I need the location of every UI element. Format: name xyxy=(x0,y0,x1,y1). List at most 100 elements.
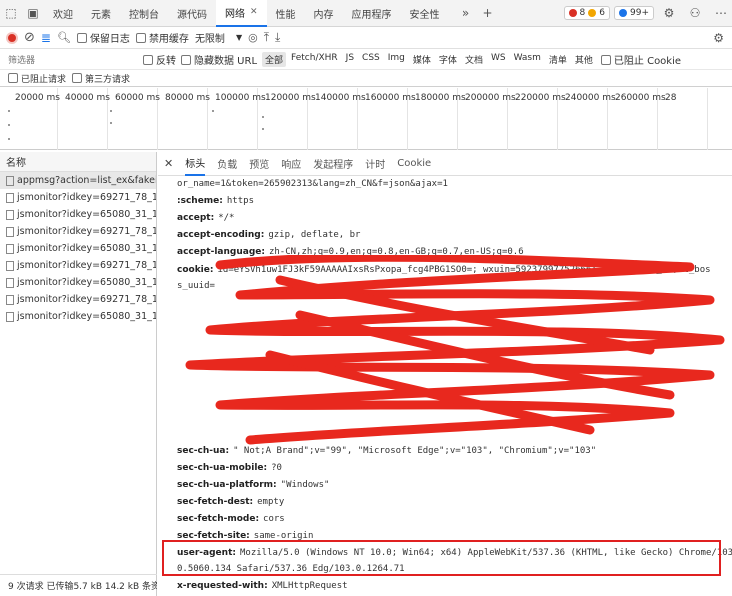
tab-5[interactable]: 性能 xyxy=(267,0,305,27)
upload-icon[interactable]: ⤒ xyxy=(264,30,269,45)
add-tab-icon[interactable]: + xyxy=(477,2,499,24)
detail-tab-1[interactable]: 负载 xyxy=(217,152,237,176)
clear-icon[interactable]: ⊘ xyxy=(24,30,35,45)
detail-tab-5[interactable]: 计时 xyxy=(365,152,385,176)
disable-cache-checkbox[interactable]: 禁用缓存 xyxy=(135,30,189,45)
filter-input[interactable]: 筛选器 xyxy=(8,53,138,66)
timeline-request-mark xyxy=(262,128,264,130)
download-icon[interactable]: ⤓ xyxy=(275,30,280,45)
type-filter-3[interactable]: CSS xyxy=(359,52,383,67)
detail-tab-bar: ✕ 标头 负载 预览 响应 发起程序 计时 Cookie xyxy=(158,152,732,176)
request-name: appmsg?action=list_ex&fakei... xyxy=(17,175,156,186)
detail-tab-4[interactable]: 发起程序 xyxy=(313,152,353,176)
timeline-tick-label: 60000 ms xyxy=(115,93,160,103)
timeline-request-mark xyxy=(110,110,112,112)
filter-bar-secondary: 已阻止请求 第三方请求 xyxy=(0,70,732,87)
header-value: gzip, deflate, br xyxy=(268,230,361,240)
tab-label: 安全性 xyxy=(409,9,440,21)
timeline-request-mark xyxy=(110,122,112,124)
header-value: XMLHttpRequest xyxy=(271,581,348,591)
checkbox-icon xyxy=(76,32,87,43)
header-value: "Windows" xyxy=(280,480,330,490)
detail-tab-3[interactable]: 响应 xyxy=(281,152,301,176)
search-icon[interactable]: 🔍︎ xyxy=(57,31,71,44)
settings-gear-icon[interactable]: ⚙ xyxy=(658,2,680,24)
header-x-requested-with: x-requested-with: XMLHttpRequest xyxy=(177,581,348,591)
tab-0[interactable]: 欢迎 xyxy=(44,0,82,27)
file-icon xyxy=(6,209,14,220)
type-filter-10[interactable]: 清单 xyxy=(546,52,570,67)
type-filter-6[interactable]: 字体 xyxy=(436,52,460,67)
type-filter-9[interactable]: Wasm xyxy=(511,52,544,67)
close-detail-icon[interactable]: ✕ xyxy=(164,157,173,170)
throttle-value: 无限制 xyxy=(194,34,225,45)
type-filter-5[interactable]: 媒体 xyxy=(410,52,434,67)
request-row[interactable]: jsmonitor?idkey=65080_31_1... xyxy=(0,274,156,291)
header-value: */* xyxy=(218,213,235,223)
file-icon xyxy=(6,294,14,305)
tab-7[interactable]: 应用程序 xyxy=(343,0,401,27)
timeline-tick-label: 80000 ms xyxy=(165,93,210,103)
blocked-cookies-checkbox[interactable]: 已阻止 Cookie xyxy=(600,52,681,67)
timeline-tick-label: 160000 ms xyxy=(365,93,416,103)
header-value: zh-CN,zh;q=0.9,en;q=0.8,en-GB;q=0.7,en-U… xyxy=(268,247,524,257)
tab-6[interactable]: 内存 xyxy=(305,0,343,27)
request-row[interactable]: jsmonitor?idkey=65080_31_1... xyxy=(0,240,156,257)
info-icon xyxy=(619,9,627,17)
tab-1[interactable]: 元素 xyxy=(82,0,120,27)
type-filter-1[interactable]: Fetch/XHR xyxy=(288,52,341,67)
request-row[interactable]: jsmonitor?idkey=69271_78_1... xyxy=(0,189,156,206)
request-row[interactable]: jsmonitor?idkey=65080_31_1... xyxy=(0,206,156,223)
tab-4[interactable]: 网络 ✕ xyxy=(216,0,267,27)
type-filter-2[interactable]: JS xyxy=(343,52,357,67)
network-settings-icon[interactable]: ⚙ xyxy=(713,31,724,45)
detail-tab-6[interactable]: Cookie xyxy=(397,152,431,176)
record-icon[interactable] xyxy=(6,31,18,44)
request-row[interactable]: appmsg?action=list_ex&fakei... xyxy=(0,172,156,189)
tab-3[interactable]: 源代码 xyxy=(168,0,216,27)
request-row[interactable]: jsmonitor?idkey=69271_78_1... xyxy=(0,291,156,308)
tab-8[interactable]: 安全性 xyxy=(401,0,449,27)
name-column-header[interactable]: 名称 xyxy=(0,152,156,172)
detail-tab-2[interactable]: 预览 xyxy=(249,152,269,176)
timeline-request-mark xyxy=(8,110,10,112)
type-filter-11[interactable]: 其他 xyxy=(572,52,596,67)
timeline-tick-label: 260000 ms xyxy=(615,93,666,103)
tab-2[interactable]: 控制台 xyxy=(120,0,168,27)
header-sec-ch-ua: sec-ch-ua: " Not;A Brand";v="99", "Micros… xyxy=(177,446,596,456)
request-name: jsmonitor?idkey=69271_78_1... xyxy=(17,226,156,237)
type-filter-0[interactable]: 全部 xyxy=(262,52,287,67)
request-list: 名称 appmsg?action=list_ex&fakei...jsmonit… xyxy=(0,152,157,596)
detail-tab-0[interactable]: 标头 xyxy=(185,152,206,176)
hide-data-urls-checkbox[interactable]: 隐藏数据 URL xyxy=(181,52,257,67)
timeline-overview[interactable]: 20000 ms 40000 ms 60000 ms 80000 ms 100000 m… xyxy=(0,88,732,150)
request-row[interactable]: jsmonitor?idkey=69271_78_1... xyxy=(0,223,156,240)
preserve-log-checkbox[interactable]: 保留日志 xyxy=(76,30,130,45)
close-tab-icon[interactable]: ✕ xyxy=(250,7,258,17)
device-emulation-icon[interactable]: ▣ xyxy=(22,2,44,24)
more-tabs-icon[interactable]: » xyxy=(455,2,477,24)
header-accept: accept: */* xyxy=(177,213,234,223)
request-row[interactable]: jsmonitor?idkey=65080_31_1... xyxy=(0,308,156,325)
connect-icon[interactable]: ⚇ xyxy=(684,2,706,24)
inspect-element-icon[interactable]: ⬚ xyxy=(0,2,22,24)
type-filter-7[interactable]: 文档 xyxy=(462,52,486,67)
type-filter-4[interactable]: Img xyxy=(385,52,408,67)
blocked-requests-checkbox[interactable]: 已阻止请求 xyxy=(8,72,66,85)
type-filter-8[interactable]: WS xyxy=(488,52,509,67)
checkbox-icon xyxy=(135,32,146,43)
filter-icon[interactable]: ≣ xyxy=(41,31,51,45)
request-name: jsmonitor?idkey=65080_31_1... xyxy=(17,277,156,288)
file-icon xyxy=(6,175,14,186)
request-row[interactable]: jsmonitor?idkey=69271_78_1... xyxy=(0,257,156,274)
throttle-select[interactable]: 无限制 ▼ xyxy=(195,30,242,45)
devtools-tab-bar: ⬚ ▣ 欢迎 元素 控制台 源代码 网络 ✕ 性能 内存 应用程序 安全性 » + 8 6 99+… xyxy=(0,0,732,27)
info-badge[interactable]: 99+ xyxy=(614,6,654,20)
more-options-icon[interactable]: ⋯ xyxy=(710,2,732,24)
wifi-icon[interactable]: ◎ xyxy=(248,31,258,44)
third-party-checkbox[interactable]: 第三方请求 xyxy=(72,72,130,85)
header-value: https xyxy=(226,196,254,206)
invert-checkbox[interactable]: 反转 xyxy=(143,52,176,67)
issues-badge[interactable]: 8 6 xyxy=(563,6,610,20)
checkbox-icon xyxy=(143,54,153,65)
